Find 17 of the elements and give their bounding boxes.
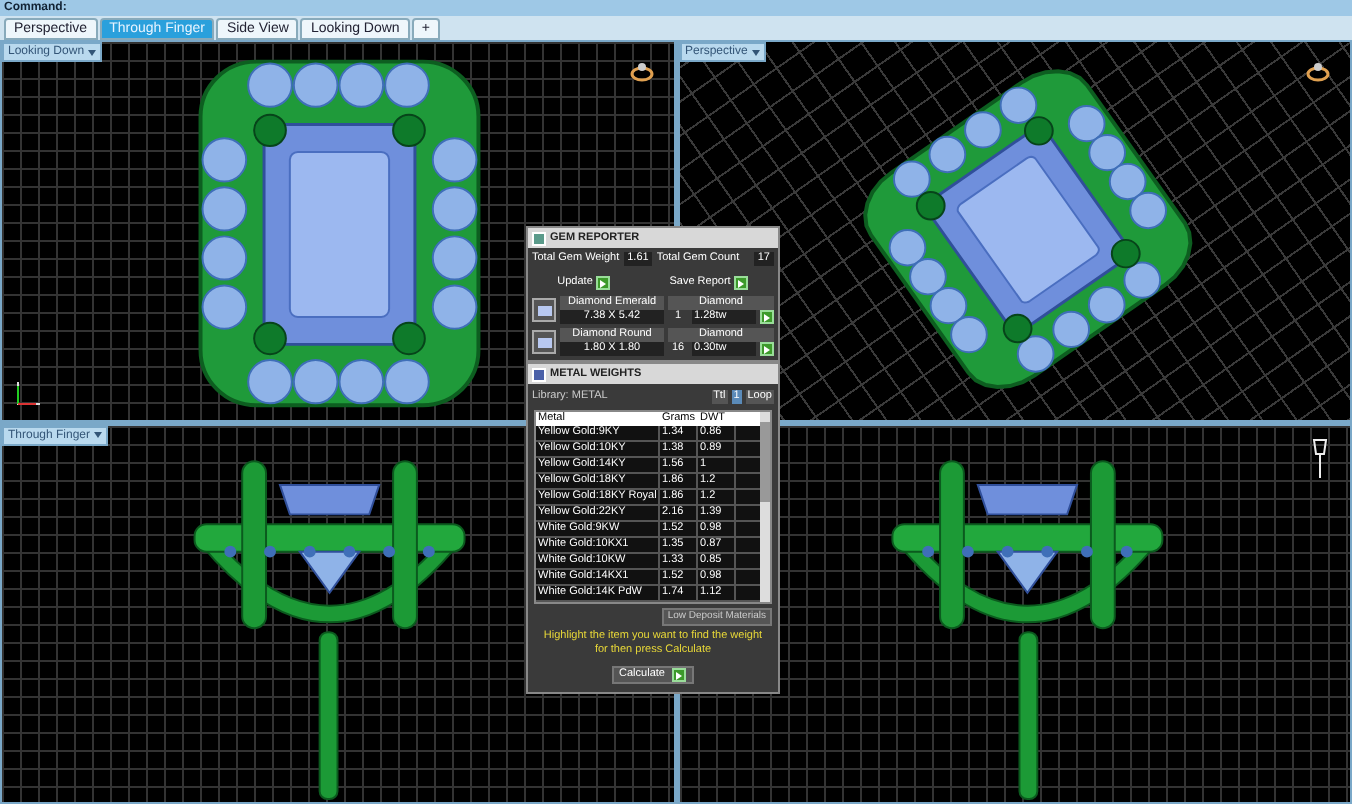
light-icon	[1310, 435, 1330, 479]
update-button[interactable]	[596, 276, 611, 290]
gem-thumbnail-icon	[532, 330, 556, 354]
dropdown-arrow-icon	[751, 49, 760, 55]
dropdown-arrow-icon	[88, 49, 97, 55]
ring-icon	[1306, 62, 1330, 82]
gem-icon	[532, 231, 546, 245]
gem-thumbnail-icon	[532, 298, 556, 322]
dropdown-arrow-icon	[94, 432, 103, 438]
save-report-button[interactable]	[734, 276, 749, 290]
calculate-button[interactable]	[672, 668, 687, 682]
metal-icon	[532, 367, 546, 381]
scrollbar[interactable]	[760, 412, 770, 602]
gem-button[interactable]	[760, 342, 774, 356]
gem-button[interactable]	[760, 310, 774, 324]
axis-icon	[14, 379, 42, 407]
ring-icon	[629, 62, 653, 82]
